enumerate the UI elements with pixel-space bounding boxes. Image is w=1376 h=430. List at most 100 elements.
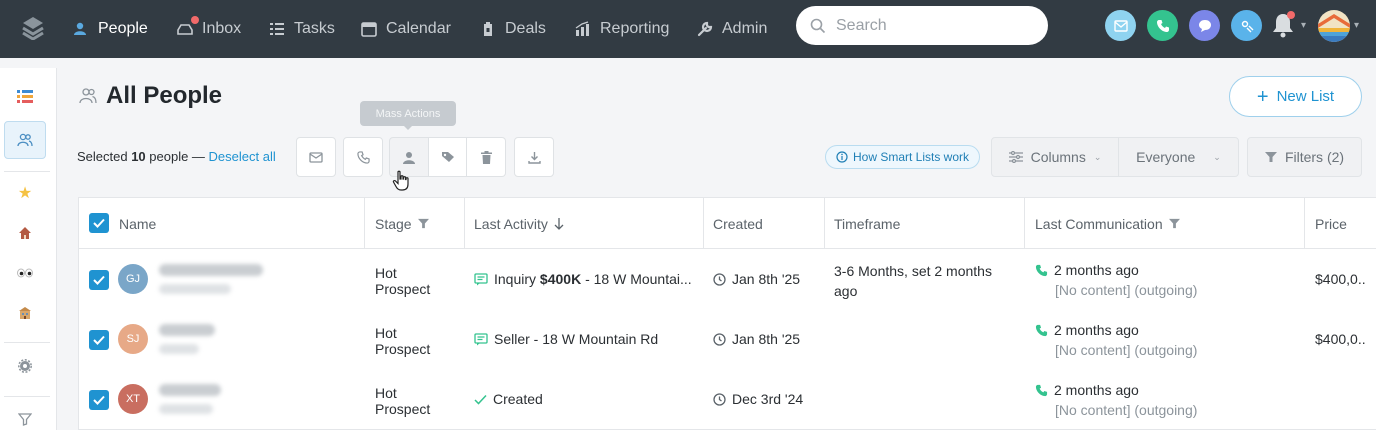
phone-quick-button[interactable] (1147, 10, 1178, 41)
nav-tasks[interactable]: Tasks (268, 0, 335, 58)
chevron-down-icon[interactable]: ▾ (1354, 20, 1359, 31)
email-icon (1113, 19, 1128, 32)
columns-dropdown[interactable]: Columns ⌄ (991, 137, 1119, 177)
contact-subtitle-redacted (159, 284, 231, 294)
chevron-down-icon: ⌄ (1093, 151, 1102, 162)
download-icon (527, 151, 541, 164)
clock-icon (713, 332, 726, 346)
mass-call-button[interactable] (343, 137, 383, 177)
contact-name-redacted[interactable] (159, 324, 215, 336)
check-icon (474, 394, 487, 405)
owner-dropdown[interactable]: Everyone ⌄ (1118, 137, 1239, 177)
search-bar[interactable] (796, 6, 1048, 45)
avatar[interactable]: GJ (118, 264, 148, 294)
last-activity-cell[interactable]: Seller - 18 W Mountain Rd (474, 331, 658, 347)
last-communication-cell[interactable]: 2 months ago [No content] (outgoing) (1035, 320, 1197, 360)
nav-inbox-label: Inbox (202, 20, 242, 37)
created-date: Dec 3rd '24 (732, 391, 804, 407)
email-quick-button[interactable] (1105, 10, 1136, 41)
communication-detail: [No content] (outgoing) (1055, 402, 1198, 418)
stage-cell[interactable]: Hot Prospect (375, 265, 455, 297)
selection-prefix: Selected (77, 149, 132, 164)
checkmark-icon (93, 335, 105, 345)
stage-cell[interactable]: Hot Prospect (375, 325, 455, 357)
nav-reporting[interactable]: Reporting (574, 0, 669, 58)
nav-people[interactable]: People (72, 0, 148, 58)
app-logo-icon[interactable] (20, 14, 46, 40)
rail-filter[interactable] (4, 400, 46, 430)
last-activity-cell[interactable]: Inquiry $400K - 18 W Mountai... (474, 271, 692, 287)
created-cell: Jan 8th '25 (713, 271, 800, 287)
notifications-button[interactable] (1271, 11, 1297, 40)
table-row[interactable]: GJ Hot Prospect Inquiry $400K - 18 W Mou… (79, 250, 1376, 310)
dialer-quick-button[interactable] (1231, 10, 1262, 41)
avatar[interactable]: XT (118, 384, 148, 414)
chevron-down-icon[interactable]: ▾ (1301, 20, 1306, 31)
how-smart-lists-work-link[interactable]: How Smart Lists work (825, 145, 981, 169)
mass-email-button[interactable] (296, 137, 336, 177)
stage-cell[interactable]: Hot Prospect (375, 385, 455, 417)
checkmark-icon (93, 395, 105, 405)
nav-inbox[interactable]: Inbox (176, 0, 241, 58)
contact-subtitle-redacted (159, 344, 199, 354)
nav-calendar[interactable]: Calendar (360, 0, 451, 58)
column-timeframe-label: Timeframe (834, 215, 901, 232)
column-header-name[interactable]: Name (119, 198, 156, 249)
rail-favorites[interactable]: ★ (4, 174, 46, 212)
column-header-last-communication[interactable]: Last Communication (1035, 198, 1180, 249)
column-header-stage[interactable]: Stage (375, 198, 429, 249)
search-input[interactable] (836, 16, 1026, 35)
last-communication-cell[interactable]: 2 months ago [No content] (outgoing) (1035, 380, 1197, 420)
list-icon (17, 90, 33, 103)
export-button[interactable] (514, 137, 554, 177)
price-cell[interactable]: $400,0... (1315, 271, 1365, 287)
stage-line: Prospect (375, 401, 431, 417)
last-communication-cell[interactable]: 2 months ago [No content] (outgoing) (1035, 260, 1197, 300)
timeframe-cell[interactable]: 3-6 Months, set 2 months ago (834, 261, 1014, 301)
rail-settings[interactable] (4, 347, 46, 385)
new-list-button[interactable]: + New List (1229, 76, 1362, 117)
column-header-timeframe[interactable]: Timeframe (834, 198, 900, 249)
rail-smart-lists[interactable] (4, 78, 46, 116)
star-icon: ★ (17, 185, 33, 202)
row-checkbox[interactable] (89, 390, 109, 410)
user-avatar[interactable] (1318, 10, 1350, 42)
filters-button[interactable]: Filters (2) (1247, 137, 1362, 177)
people-icon (72, 20, 90, 38)
select-all-checkbox[interactable] (89, 213, 109, 233)
created-date: Jan 8th '25 (732, 331, 801, 347)
row-checkbox[interactable] (89, 270, 109, 290)
deselect-all-link[interactable]: Deselect all (209, 149, 276, 164)
notification-dot (1287, 11, 1295, 19)
nav-admin-label: Admin (722, 20, 768, 37)
rail-list-watching[interactable] (4, 254, 46, 292)
person-icon (403, 151, 415, 164)
table-row[interactable]: XT Hot Prospect Created Dec 3rd '24 2 mo… (79, 370, 1376, 430)
rail-list-buildings[interactable] (4, 294, 46, 332)
clock-icon (713, 392, 726, 406)
rail-list-homes[interactable] (4, 214, 46, 252)
phone-icon (1035, 264, 1048, 276)
nav-admin[interactable]: Admin (696, 0, 767, 58)
avatar[interactable]: SJ (118, 324, 148, 354)
column-header-created[interactable]: Created (713, 198, 763, 249)
column-last-communication-label: Last Communication (1035, 215, 1163, 232)
contact-name-redacted[interactable] (159, 264, 263, 276)
page-title: All People (106, 82, 223, 109)
nav-deals[interactable]: Deals (479, 0, 546, 58)
stage-line: Prospect (375, 281, 431, 297)
tag-button[interactable] (429, 137, 467, 177)
message-icon (474, 272, 488, 285)
price-cell[interactable]: $400,0... (1315, 331, 1365, 347)
tooltip-arrow (403, 125, 413, 130)
rail-all-people[interactable] (4, 121, 46, 159)
column-header-last-activity[interactable]: Last Activity (474, 198, 564, 249)
delete-button[interactable] (467, 137, 506, 177)
chat-quick-button[interactable] (1189, 10, 1220, 41)
table-row[interactable]: SJ Hot Prospect Seller - 18 W Mountain R… (79, 310, 1376, 370)
column-header-price[interactable]: Price (1315, 198, 1347, 249)
row-checkbox[interactable] (89, 330, 109, 350)
contact-name-redacted[interactable] (159, 384, 221, 396)
last-activity-cell[interactable]: Created (474, 391, 543, 407)
nav-calendar-label: Calendar (386, 20, 451, 37)
